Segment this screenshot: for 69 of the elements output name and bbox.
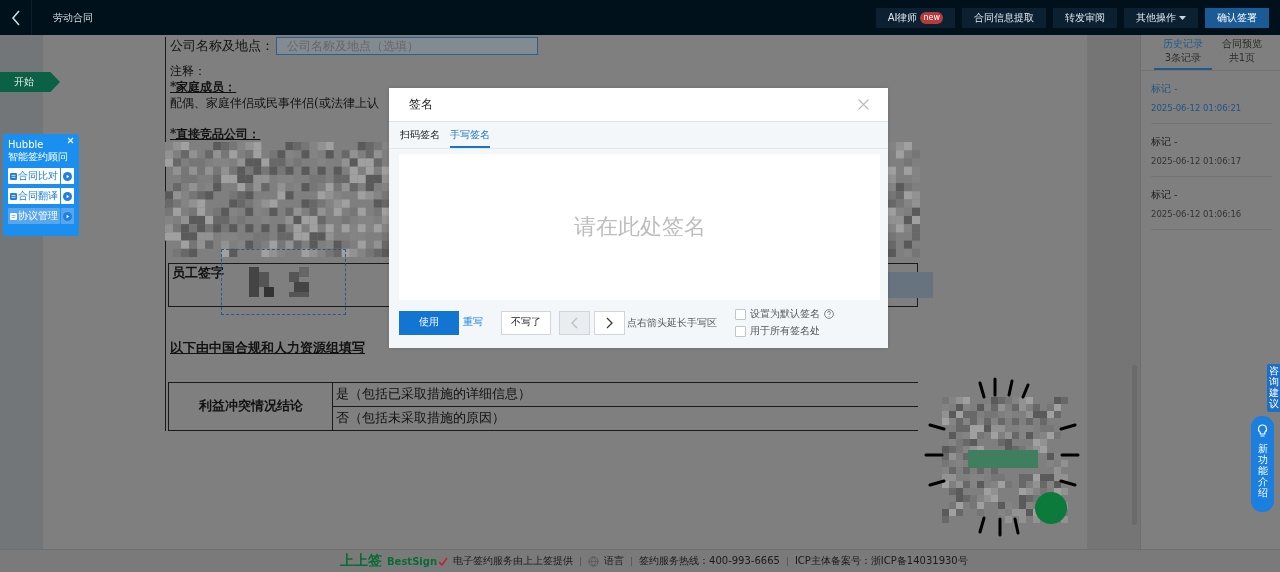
play-icon	[63, 211, 72, 221]
assistant-button[interactable]: 合同比对	[8, 168, 60, 184]
chevron-right-icon	[606, 316, 613, 329]
new-features-button[interactable]: 新功能介绍	[1251, 416, 1274, 512]
toolbar-button[interactable]: 确认签署	[1205, 7, 1269, 28]
next-button[interactable]	[594, 310, 625, 335]
sidebar-tab[interactable]: 历史记录 3条记录	[1154, 35, 1212, 70]
language-link[interactable]: 语言	[604, 554, 625, 568]
chevron-left-icon	[571, 316, 578, 329]
panel-subtitle: 智能签约顾问	[8, 151, 68, 163]
chevron-left-icon	[10, 9, 21, 26]
contract-title: 劳动合同	[53, 10, 93, 25]
dialog-button[interactable]: 重写	[459, 310, 487, 335]
toolbar-button[interactable]: 其他操作	[1124, 7, 1198, 28]
history-record[interactable]: 标记 - 2025-06-12 01:06:17	[1151, 124, 1272, 177]
check-icon	[438, 556, 449, 566]
lightbulb-icon	[1257, 424, 1268, 438]
start-tag: 开始	[0, 72, 60, 92]
close-icon	[67, 137, 74, 144]
checkbox[interactable]	[735, 325, 746, 337]
note-text: *家庭成员：	[170, 79, 237, 95]
play-button[interactable]	[61, 188, 74, 204]
field-label: 公司名称及地点：	[170, 37, 274, 55]
play-button[interactable]	[61, 168, 74, 184]
close-button[interactable]	[858, 99, 869, 110]
pad-placeholder: 请在此处签名	[573, 213, 706, 241]
note-text: 注释：	[170, 63, 206, 79]
dialog-title: 签名	[409, 97, 433, 112]
panel-title: Hubble	[8, 139, 44, 151]
globe-icon	[588, 555, 600, 567]
row-label: 员工签字	[172, 265, 224, 282]
table-cell-text: 否（包括未采取措施的原因）	[335, 409, 506, 427]
assistant-button[interactable]: 合同翻译	[8, 188, 60, 204]
toolbar-button[interactable]: 合同信息提取	[962, 7, 1046, 28]
brand-logo: BestSign	[387, 555, 438, 567]
dialog-button[interactable]: 不写了	[501, 310, 551, 335]
footer-text: 电子签约服务由上上签提供	[453, 554, 574, 568]
hint-text: 点右箭头延长手写区	[627, 315, 717, 330]
toolbar-button[interactable]: 转发审阅	[1053, 7, 1117, 28]
table-cell: 利益冲突情况结论	[169, 383, 333, 430]
dialog-button[interactable]: 使用	[399, 310, 459, 335]
section-title: 以下由中国合规和人力资源组填写	[170, 340, 366, 357]
history-record[interactable]: 标记 - 2025-06-12 01:06:16	[1151, 177, 1272, 230]
play-button[interactable]	[61, 208, 74, 224]
toolbar-button[interactable]: AI律师 new	[875, 7, 955, 28]
document-icon	[10, 191, 17, 201]
caret-icon	[1179, 15, 1186, 20]
dialog-tab[interactable]: 手写签名	[450, 129, 490, 148]
assistant-button[interactable]: 协议管理	[8, 208, 60, 224]
footer-text: 签约服务热线：400-993-6665	[639, 554, 780, 568]
document-icon	[10, 171, 17, 181]
new-badge: new	[920, 11, 943, 24]
new-features-label: 新功能介绍	[1257, 443, 1268, 498]
play-icon	[63, 171, 72, 181]
brand-logo: 上上签	[340, 552, 382, 570]
table-cell: 是（包括已采取措施的详细信息）	[333, 383, 918, 407]
dialog-tab[interactable]: 扫码签名	[400, 129, 440, 148]
document-icon	[10, 211, 17, 221]
note-text: *直接竞品公司：	[170, 126, 261, 142]
sidebar-tab[interactable]: 合同预览 共1页	[1213, 35, 1271, 70]
feedback-tab[interactable]: 咨询建议	[1267, 364, 1280, 412]
close-icon	[858, 99, 869, 110]
footer-text: ICP主体备案号：浙ICP备14031930号	[794, 554, 968, 568]
help-icon[interactable]	[824, 309, 834, 319]
play-icon	[63, 191, 72, 201]
checkbox[interactable]	[735, 308, 746, 320]
checkbox-label: 设置为默认签名	[750, 307, 820, 321]
checkbox-label: 用于所有签名处	[750, 324, 820, 338]
note-text: 配偶、家庭伴侣或民事伴侣(或法律上认	[170, 95, 379, 111]
